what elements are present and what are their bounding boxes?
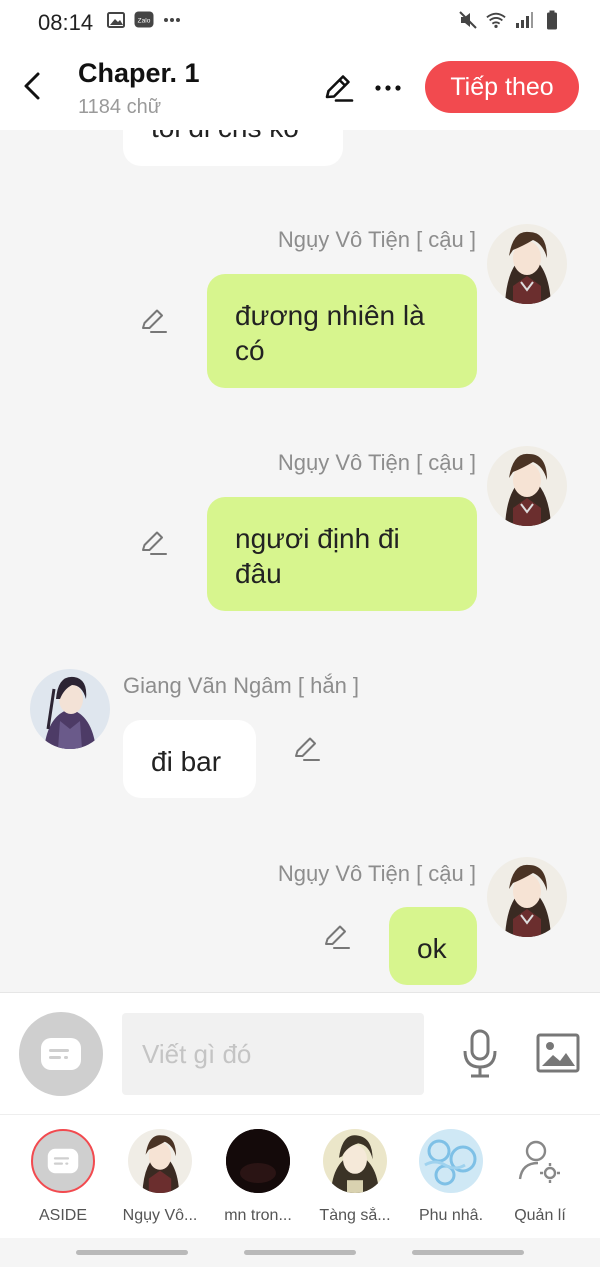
edit-message-button[interactable]: [139, 528, 171, 560]
composer-bar: [0, 992, 600, 1114]
avatar[interactable]: [487, 224, 567, 304]
character-item[interactable]: Ngụy Vô...: [112, 1129, 208, 1225]
image-icon: [536, 1033, 580, 1073]
character-label: Phu nhâ.: [418, 1207, 484, 1224]
message-text: ngươi định đi đâu: [235, 523, 400, 589]
more-dots-icon: [162, 10, 182, 30]
edit-message-button[interactable]: [322, 922, 354, 954]
speaker-name: Ngụy Vô Tiện [ cậu ]: [277, 450, 476, 475]
word-count: 1184 chữ: [78, 96, 162, 118]
character-label: Tàng sắ...: [319, 1207, 391, 1224]
message-text: đương nhiên là có: [235, 300, 425, 366]
avatar: [128, 1129, 192, 1193]
edit-message-button[interactable]: [292, 734, 324, 766]
signal-icon: [514, 10, 534, 30]
mute-icon: [458, 10, 478, 30]
edit-chapter-button[interactable]: [320, 70, 356, 106]
character-label: ASIDE: [38, 1207, 87, 1224]
nav-recent-handle[interactable]: [76, 1250, 188, 1255]
speech-bubble-icon: [47, 1148, 79, 1174]
nav-home-handle[interactable]: [244, 1250, 356, 1255]
message-bubble[interactable]: đi bar: [123, 720, 256, 798]
chapter-title: Chaper. 1: [78, 58, 200, 88]
character-item[interactable]: Tàng sắ...: [307, 1129, 403, 1225]
zalo-icon-text: Zalo: [138, 18, 151, 25]
avatar-nguy-vo-tien-icon: [128, 1129, 192, 1193]
character-item[interactable]: mn tron...: [210, 1129, 306, 1225]
status-right-icons: [458, 10, 562, 30]
avatar-nguy-vo-tien-icon: [487, 446, 567, 526]
back-button[interactable]: [14, 68, 50, 104]
next-chapter-button[interactable]: Tiếp theo: [425, 61, 579, 113]
avatar-cloud-pattern-icon: [419, 1129, 483, 1193]
avatar[interactable]: [30, 669, 110, 749]
avatar-tang-sac-icon: [323, 1129, 387, 1193]
message-text: tôi đi chs ko: [151, 130, 299, 143]
pencil-icon: [142, 309, 167, 333]
speaker-name: Giang Vãn Ngâm [ hắn ]: [123, 673, 360, 698]
pencil-icon: [325, 75, 354, 102]
pencil-icon: [295, 737, 320, 761]
microphone-button[interactable]: [458, 1027, 502, 1081]
character-bar: ASIDE Ngụy Vô... mn tron... Tàng sắ... P…: [0, 1114, 600, 1238]
character-label: Quản lí: [514, 1207, 566, 1224]
avatar-nguy-vo-tien-icon: [487, 224, 567, 304]
status-time: 08:14: [38, 10, 94, 35]
character-label: mn tron...: [224, 1207, 292, 1224]
system-nav-bar: [0, 1238, 600, 1267]
message-bubble[interactable]: đương nhiên là có: [207, 274, 477, 388]
manage-icon-wrap: [508, 1129, 572, 1193]
chevron-left-icon: [24, 72, 40, 100]
message-bubble[interactable]: ok: [389, 907, 477, 985]
message-bubble[interactable]: ngươi định đi đâu: [207, 497, 477, 611]
avatar-dark-icon: [226, 1129, 290, 1193]
pencil-icon: [325, 925, 350, 949]
avatar[interactable]: [487, 857, 567, 937]
gallery-icon: [106, 10, 126, 30]
manage-characters-button[interactable]: Quản lí: [492, 1129, 588, 1225]
avatar-nguy-vo-tien-icon: [487, 857, 567, 937]
wifi-icon: [486, 10, 506, 30]
pencil-icon: [142, 531, 167, 555]
status-left-icons: Zalo: [106, 10, 182, 30]
user-settings-icon: [518, 1140, 560, 1183]
speaker-name: Ngụy Vô Tiện [ cậu ]: [277, 227, 476, 252]
message-input[interactable]: [122, 1013, 424, 1095]
character-item[interactable]: ASIDE: [15, 1129, 111, 1225]
speaker-name: Ngụy Vô Tiện [ cậu ]: [277, 861, 476, 886]
message-bubble[interactable]: tôi đi chs ko: [123, 130, 343, 166]
avatar: [419, 1129, 483, 1193]
more-dots-icon: [375, 85, 401, 91]
aside-avatar: [31, 1129, 95, 1193]
aside-toggle-button[interactable]: [19, 1012, 103, 1096]
nav-back-handle[interactable]: [412, 1250, 524, 1255]
avatar-giang-van-ngam-icon: [30, 669, 110, 749]
image-button[interactable]: [534, 1029, 582, 1077]
battery-icon: [542, 10, 562, 30]
message-text: ok: [417, 933, 447, 964]
character-label: Ngụy Vô...: [122, 1207, 198, 1224]
avatar: [226, 1129, 290, 1193]
status-bar: 08:14 Zalo: [0, 0, 600, 44]
character-item[interactable]: Phu nhâ.: [403, 1129, 499, 1225]
message-text: đi bar: [151, 746, 222, 777]
zalo-icon: Zalo: [134, 10, 154, 30]
avatar: [323, 1129, 387, 1193]
avatar[interactable]: [487, 446, 567, 526]
microphone-icon: [463, 1029, 497, 1078]
speech-bubble-icon: [41, 1038, 81, 1070]
chat-area[interactable]: tôi đi chs ko Ngụy Vô Tiện [ cậu ] đương…: [0, 130, 600, 990]
edit-message-button[interactable]: [139, 306, 171, 338]
more-options-button[interactable]: [370, 70, 406, 106]
chapter-header: Chaper. 1 1184 chữ Tiếp theo: [0, 44, 600, 130]
